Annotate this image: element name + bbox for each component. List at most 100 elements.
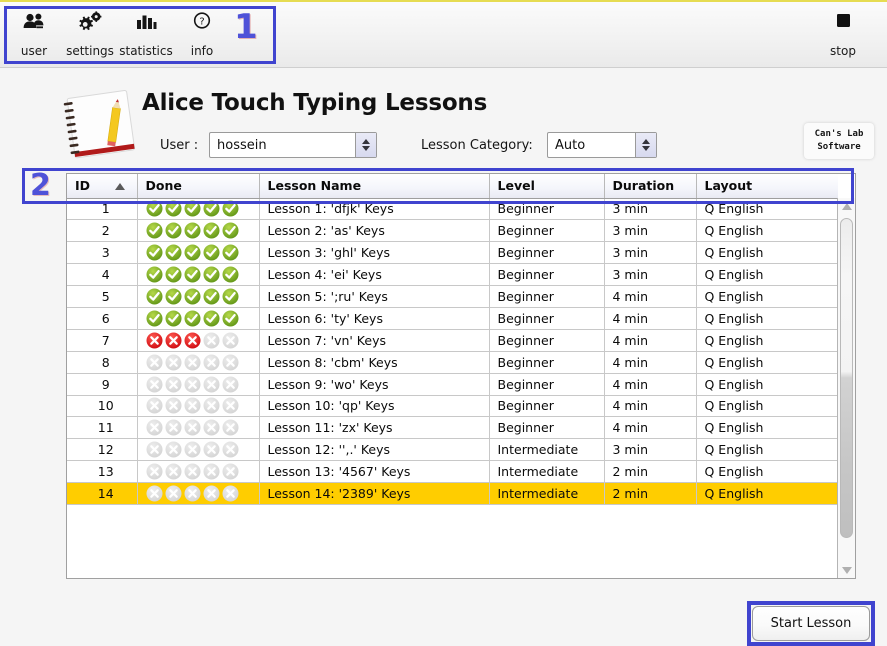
cell-done (137, 482, 260, 505)
column-header-done[interactable]: Done (137, 174, 260, 199)
cell-layout: Q English (696, 373, 838, 396)
toolbar-button-stop[interactable]: stop (813, 4, 873, 64)
cell-id: 10 (67, 395, 138, 418)
lessons-table-body: 1 Lesson 1: 'dfjk' Keys Beginner 3 min Q Eng… (67, 198, 838, 505)
cell-level: Beginner (489, 351, 605, 374)
cell-duration: 4 min (604, 395, 697, 418)
status-dot-done (165, 288, 181, 305)
cell-level: Beginner (489, 395, 605, 418)
cell-level: Beginner (489, 263, 605, 287)
cell-done (137, 307, 260, 330)
toolbar-label-settings: settings (66, 44, 114, 58)
table-scrollbar[interactable] (837, 198, 855, 578)
status-dot-done (222, 200, 238, 217)
user-select-stepper-icon[interactable] (355, 133, 376, 157)
status-dot-empty (203, 397, 219, 414)
toolbar-label-user: user (20, 44, 48, 58)
table-row[interactable]: 11 Lesson 11: 'zx' Keys Beginner 4 min Q Eng… (67, 416, 838, 440)
table-row[interactable]: 8 Lesson 8: 'cbm' Keys Beginner 4 min Q Engl… (67, 351, 838, 374)
cell-lesson-name: Lesson 4: 'ei' Keys (259, 263, 490, 287)
status-dot-done (146, 288, 162, 305)
lesson-category-stepper-icon[interactable] (635, 133, 656, 157)
status-dot-done (184, 244, 200, 261)
cell-id: 2 (67, 219, 138, 243)
status-dot-done (146, 222, 162, 239)
status-dot-done (146, 266, 162, 283)
status-dot-done (146, 200, 162, 217)
table-row[interactable]: 1 Lesson 1: 'dfjk' Keys Beginner 3 min Q Eng… (67, 198, 838, 221)
status-dot-empty (184, 376, 200, 393)
status-dot-failed (146, 332, 162, 349)
status-dot-group (146, 222, 259, 239)
scrollbar-thumb[interactable] (840, 218, 853, 538)
svg-text:?: ? (199, 17, 204, 28)
table-row[interactable]: 7 Lesson 7: 'vn' Keys Beginner 4 min Q Engli… (67, 329, 838, 352)
status-dot-failed (165, 332, 181, 349)
cell-duration: 4 min (604, 329, 697, 352)
cell-done (137, 329, 260, 352)
cell-layout: Q English (696, 263, 838, 287)
status-dot-done (165, 266, 181, 283)
table-row[interactable]: 10 Lesson 10: 'qp' Keys Beginner 4 min Q Eng… (67, 395, 838, 418)
cell-duration: 4 min (604, 307, 697, 330)
cell-done (137, 373, 260, 396)
column-header-layout[interactable]: Layout (696, 174, 838, 199)
toolbar-button-user[interactable]: user (6, 4, 62, 64)
cell-duration: 2 min (604, 482, 697, 505)
status-dot-empty (184, 463, 200, 480)
status-dot-empty (165, 441, 181, 458)
table-row[interactable]: 6 Lesson 6: 'ty' Keys Beginner 4 min Q Engli… (67, 307, 838, 330)
cell-lesson-name: Lesson 9: 'wo' Keys (259, 373, 490, 396)
lesson-category-value: Auto (555, 137, 586, 153)
cell-level: Beginner (489, 416, 605, 440)
controls-row: User : hossein Lesson Category: Auto (0, 130, 887, 164)
status-dot-group (146, 310, 259, 327)
page-title: Alice Touch Typing Lessons (142, 90, 488, 116)
status-dot-done (222, 288, 238, 305)
cell-duration: 4 min (604, 351, 697, 374)
column-header-id[interactable]: ID (67, 174, 138, 199)
toolbar-button-settings[interactable]: settings (62, 4, 118, 64)
question-circle-icon: ? (189, 10, 215, 38)
column-header-lesson-name[interactable]: Lesson Name (259, 174, 490, 199)
annotation-number-1: 1 (234, 7, 258, 47)
table-row[interactable]: 5 Lesson 5: ';ru' Keys Beginner 4 min Q Engl… (67, 285, 838, 308)
status-dot-group (146, 419, 259, 436)
start-lesson-button[interactable]: Start Lesson (752, 606, 870, 641)
cell-done (137, 285, 260, 308)
cell-layout: Q English (696, 285, 838, 308)
status-dot-empty (203, 376, 219, 393)
cell-layout: Q English (696, 482, 838, 505)
table-row[interactable]: 4 Lesson 4: 'ei' Keys Beginner 3 min Q Engli… (67, 263, 838, 287)
column-header-level[interactable]: Level (489, 174, 605, 199)
lesson-category-select[interactable]: Auto (547, 132, 657, 158)
cell-duration: 3 min (604, 198, 697, 221)
table-row[interactable]: 12 Lesson 12: '',.' Keys Intermediate 3 min… (67, 438, 838, 462)
cell-lesson-name: Lesson 2: 'as' Keys (259, 219, 490, 243)
status-dot-group (146, 200, 259, 217)
scroll-up-icon[interactable] (838, 198, 855, 214)
status-dot-empty (184, 485, 200, 502)
toolbar-button-info[interactable]: ? info (174, 4, 230, 64)
status-dot-group (146, 288, 259, 305)
cell-level: Intermediate (489, 438, 605, 462)
lessons-table-head: ID Done Lesson Name Level Duration Layou… (67, 174, 838, 199)
status-dot-empty (146, 463, 162, 480)
user-select[interactable]: hossein (209, 132, 377, 158)
table-row[interactable]: 3 Lesson 3: 'ghl' Keys Beginner 3 min Q Engl… (67, 241, 838, 265)
status-dot-done (222, 244, 238, 261)
table-row[interactable]: 13 Lesson 13: '4567' Keys Intermediate 2 mi… (67, 460, 838, 484)
brand-line-1: Can's Lab (814, 129, 864, 139)
toolbar-button-statistics[interactable]: statistics (118, 4, 174, 64)
toolbar-label-statistics: statistics (119, 44, 173, 58)
column-header-duration[interactable]: Duration (604, 174, 697, 199)
status-dot-done (146, 310, 162, 327)
status-dot-empty (146, 441, 162, 458)
table-row[interactable]: 14 Lesson 14: '2389' Keys Intermediate 2 mi… (67, 482, 838, 505)
status-dot-empty (146, 419, 162, 436)
status-dot-empty (203, 354, 219, 371)
cell-id: 5 (67, 285, 138, 308)
scroll-down-icon[interactable] (838, 562, 855, 578)
table-row[interactable]: 2 Lesson 2: 'as' Keys Beginner 3 min Q Engli… (67, 219, 838, 243)
table-row[interactable]: 9 Lesson 9: 'wo' Keys Beginner 4 min Q Engli… (67, 373, 838, 396)
